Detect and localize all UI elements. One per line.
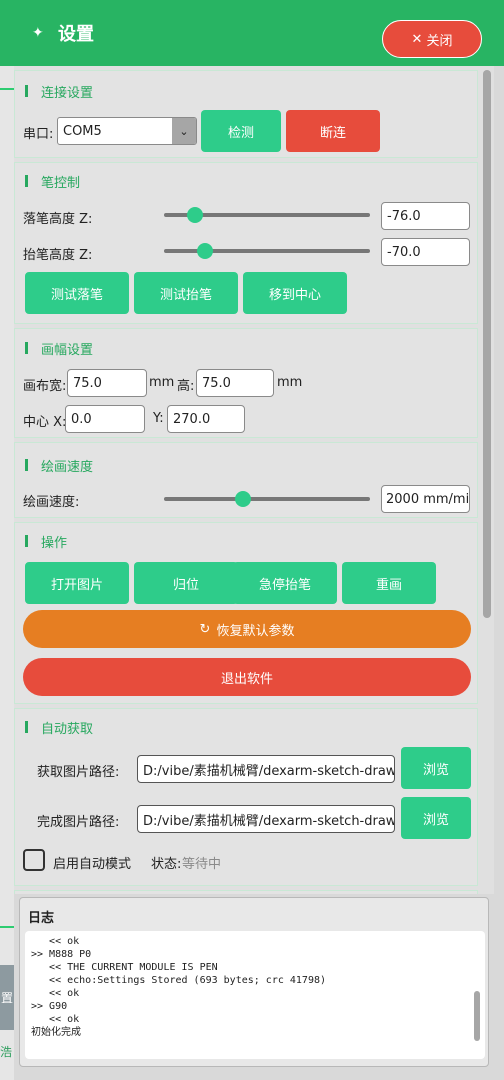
pen-down-label: 落笔高度 Z: [23, 212, 93, 227]
open-image-button[interactable]: 打开图片 [25, 562, 129, 604]
background-divider [0, 926, 14, 928]
detect-button[interactable]: 检测 [201, 110, 281, 152]
port-select[interactable]: COM5 ⌄ [57, 117, 197, 145]
section-speed: 绘画速度 绘画速度: 2000 mm/min [14, 442, 478, 518]
canvas-height-label: 高: [177, 379, 195, 394]
canvas-width-label: 画布宽: [23, 379, 67, 394]
done-browse-button[interactable]: 浏览 [401, 797, 471, 839]
background-window-edge [0, 66, 14, 1080]
section-pen: 笔控制 落笔高度 Z: -76.0 抬笔高度 Z: -70.0 测试落笔 测试抬… [14, 162, 478, 324]
section-auto: 自动获取 获取图片路径: D:/vibe/素描机械臂/dexarm-sketch… [14, 708, 478, 886]
settings-panel: 连接设置 串口: COM5 ⌄ 检测 断连 笔控制 落笔高度 Z: -76.0 … [14, 66, 490, 894]
emergency-stop-button[interactable]: 急停抬笔 [233, 562, 337, 604]
section-title-auto: 自动获取 [25, 717, 93, 737]
log-line: << ok [31, 988, 80, 999]
close-button-label: 关闭 [426, 33, 453, 49]
section-connection: 连接设置 串口: COM5 ⌄ 检测 断连 [14, 70, 478, 158]
log-line: << THE CURRENT MODULE IS PEN [31, 962, 218, 973]
speed-slider[interactable] [164, 497, 370, 501]
settings-title: 设置 [58, 24, 94, 45]
done-path-input[interactable]: D:/vibe/素描机械臂/dexarm-sketch-drawer/ [137, 805, 395, 833]
section-canvas: 画幅设置 画布宽: 75.0 mm 高: 75.0 mm 中心 X: 0.0 Y… [14, 328, 478, 438]
sparkle-icon: ✦ [32, 25, 44, 41]
home-button[interactable]: 归位 [134, 562, 238, 604]
move-to-center-button[interactable]: 移到中心 [243, 272, 347, 314]
speed-label: 绘画速度: [23, 495, 80, 510]
canvas-height-input[interactable]: 75.0 [196, 369, 274, 397]
speed-input[interactable]: 2000 mm/min [381, 485, 470, 513]
fetch-path-input[interactable]: D:/vibe/素描机械臂/dexarm-sketch-drawer/ [137, 755, 395, 783]
disconnect-button[interactable]: 断连 [286, 110, 380, 152]
section-partial [14, 890, 478, 894]
speed-slider-thumb[interactable] [235, 491, 252, 507]
background-tab[interactable]: 置 [0, 965, 14, 1030]
log-scrollbar-thumb[interactable] [474, 991, 480, 1041]
log-line: << ok [31, 936, 80, 947]
status-label: 状态: [151, 857, 182, 872]
refresh-icon: ↻ [199, 621, 211, 637]
background-divider [0, 88, 14, 90]
canvas-width-unit: mm [149, 375, 175, 390]
exit-app-button[interactable]: 退出软件 [23, 658, 471, 696]
background-tab-text: 浩 [0, 1045, 13, 1059]
test-pen-down-button[interactable]: 测试落笔 [25, 272, 129, 314]
log-lines: << ok >> M888 P0 << THE CURRENT MODULE IS… [31, 935, 471, 1039]
log-panel: 日志 << ok >> M888 P0 << THE CURRENT MODULE… [19, 897, 489, 1067]
log-output[interactable]: << ok >> M888 P0 << THE CURRENT MODULE IS… [25, 931, 485, 1059]
port-select-value: COM5 [63, 123, 102, 139]
section-title-operations: 操作 [25, 531, 67, 551]
section-title-pen: 笔控制 [25, 171, 80, 191]
chevron-down-icon: ⌄ [172, 118, 196, 144]
fetch-path-label: 获取图片路径: [37, 765, 120, 780]
section-title-canvas: 画幅设置 [25, 338, 93, 358]
auto-mode-label: 启用自动模式 [53, 857, 132, 872]
pen-down-input[interactable]: -76.0 [381, 202, 470, 230]
test-pen-up-button[interactable]: 测试抬笔 [134, 272, 238, 314]
log-title: 日志 [28, 911, 55, 926]
center-x-input[interactable]: 0.0 [65, 405, 145, 433]
pen-up-slider-thumb[interactable] [197, 243, 214, 259]
reset-defaults-button[interactable]: ↻ 恢复默认参数 [23, 610, 471, 648]
status-value: 等待中 [182, 857, 222, 872]
port-label: 串口: [23, 127, 54, 142]
settings-scrollbar-thumb[interactable] [483, 70, 491, 618]
auto-mode-checkbox[interactable] [23, 849, 45, 871]
pen-up-input[interactable]: -70.0 [381, 238, 470, 266]
center-y-input[interactable]: 270.0 [167, 405, 245, 433]
reset-defaults-label: 恢复默认参数 [216, 623, 295, 639]
settings-header: ✦ 设置 ✕ 关闭 [0, 0, 504, 66]
log-line: << ok [31, 1014, 80, 1025]
fetch-browse-button[interactable]: 浏览 [401, 747, 471, 789]
section-title-connection: 连接设置 [25, 81, 93, 101]
log-line: 初始化完成 [31, 1027, 81, 1038]
close-button[interactable]: ✕ 关闭 [382, 20, 482, 58]
center-y-label: Y: [153, 411, 164, 426]
log-line: >> M888 P0 [31, 949, 92, 960]
canvas-width-input[interactable]: 75.0 [67, 369, 147, 397]
center-x-label: 中心 X: [23, 415, 67, 430]
log-line: << echo:Settings Stored (693 bytes; crc … [31, 975, 327, 986]
section-title-speed: 绘画速度 [25, 455, 93, 475]
section-operations: 操作 打开图片 归位 急停抬笔 重画 ↻ 恢复默认参数 退出软件 [14, 522, 478, 704]
log-line: >> G90 [31, 1001, 68, 1012]
done-path-label: 完成图片路径: [37, 815, 120, 830]
close-icon: ✕ [411, 31, 423, 47]
pen-up-label: 抬笔高度 Z: [23, 248, 93, 263]
pen-down-slider-thumb[interactable] [186, 207, 203, 223]
canvas-height-unit: mm [277, 375, 303, 390]
redraw-button[interactable]: 重画 [342, 562, 436, 604]
pen-up-slider[interactable] [164, 249, 370, 253]
